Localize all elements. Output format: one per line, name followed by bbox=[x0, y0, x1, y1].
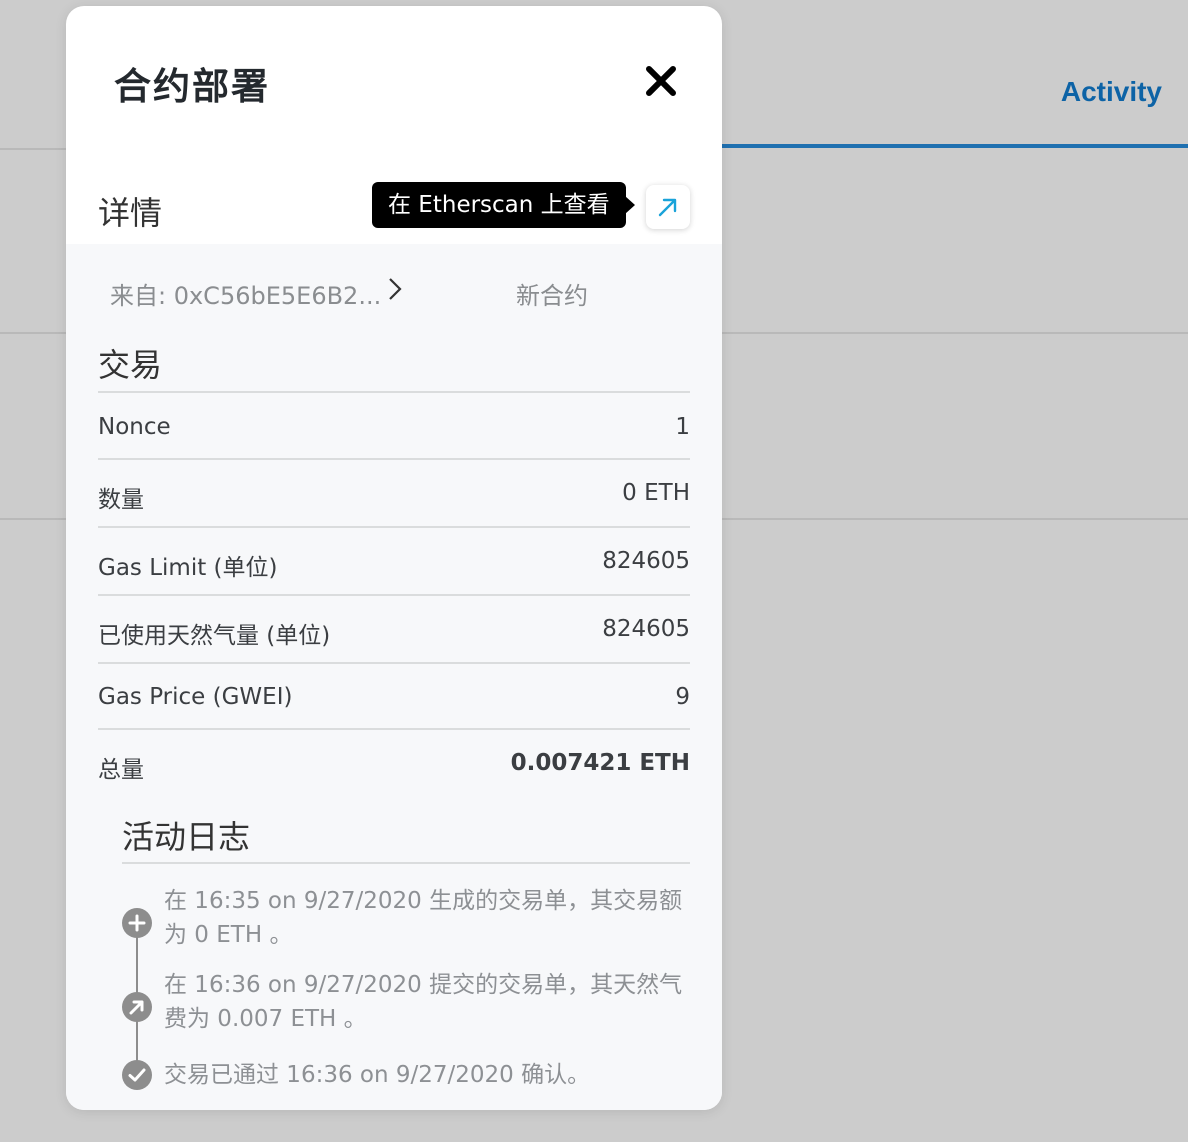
active-tab-indicator bbox=[722, 144, 1188, 148]
details-panel: 来自: 0xC56bE5E6B2... 新合约 交易 Nonce 1 数量 0 … bbox=[66, 244, 722, 1110]
row-label: Nonce bbox=[98, 414, 171, 440]
recipient-new-contract: 新合约 bbox=[516, 282, 588, 310]
row-label: Gas Limit (单位) bbox=[98, 555, 278, 581]
row-divider bbox=[98, 594, 690, 596]
section-divider bbox=[98, 391, 690, 393]
row-value: 1 bbox=[675, 414, 690, 440]
row-label: 已使用天然气量 (单位) bbox=[98, 623, 331, 649]
row-label: 数量 bbox=[98, 487, 144, 513]
log-line: 费为 0.007 ETH 。 bbox=[164, 1006, 367, 1032]
section-divider bbox=[122, 862, 690, 864]
view-on-etherscan-button[interactable] bbox=[646, 185, 690, 229]
activity-log-title: 活动日志 bbox=[122, 818, 251, 856]
log-line: 在 16:35 on 9/27/2020 生成的交易单，其交易额 bbox=[164, 888, 683, 914]
row-divider bbox=[98, 458, 690, 460]
log-line: 交易已通过 16:36 on 9/27/2020 确认。 bbox=[164, 1062, 591, 1088]
log-line: 在 16:36 on 9/27/2020 提交的交易单，其天然气 bbox=[164, 972, 683, 998]
row-label: 总量 bbox=[98, 757, 144, 783]
row-value: 9 bbox=[675, 684, 690, 710]
row-value: 0.007421 ETH bbox=[510, 750, 690, 776]
row-divider bbox=[98, 662, 690, 664]
external-link-arrow-icon bbox=[658, 198, 677, 217]
transaction-section-title: 交易 bbox=[98, 346, 163, 384]
row-value: 824605 bbox=[602, 616, 690, 642]
check-circle-icon bbox=[122, 1060, 152, 1090]
chevron-right-icon bbox=[389, 278, 402, 300]
row-divider bbox=[98, 526, 690, 528]
row-divider bbox=[98, 728, 690, 730]
log-line: 为 0 ETH 。 bbox=[164, 922, 293, 948]
row-value: 0 ETH bbox=[622, 480, 690, 506]
plus-circle-icon bbox=[122, 908, 152, 938]
activity-log-entry: 交易已通过 16:36 on 9/27/2020 确认。 bbox=[164, 1058, 694, 1092]
activity-log-entry: 在 16:35 on 9/27/2020 生成的交易单，其交易额 为 0 ETH… bbox=[164, 884, 694, 952]
details-heading: 详情 bbox=[98, 194, 163, 232]
transaction-details-modal: 合约部署 详情 在 Etherscan 上查看 来自: 0xC56bE5E6B2… bbox=[66, 6, 722, 1110]
tab-activity[interactable]: Activity bbox=[1061, 76, 1162, 108]
row-label: Gas Price (GWEI) bbox=[98, 684, 293, 710]
row-value: 824605 bbox=[602, 548, 690, 574]
close-button[interactable] bbox=[638, 58, 684, 104]
modal-title: 合约部署 bbox=[114, 65, 270, 108]
etherscan-tooltip: 在 Etherscan 上查看 bbox=[372, 182, 635, 228]
activity-log-entry: 在 16:36 on 9/27/2020 提交的交易单，其天然气 费为 0.00… bbox=[164, 968, 694, 1036]
arrow-circle-icon bbox=[122, 992, 152, 1022]
sender-address[interactable]: 来自: 0xC56bE5E6B2... bbox=[110, 276, 381, 311]
close-icon bbox=[646, 66, 676, 96]
